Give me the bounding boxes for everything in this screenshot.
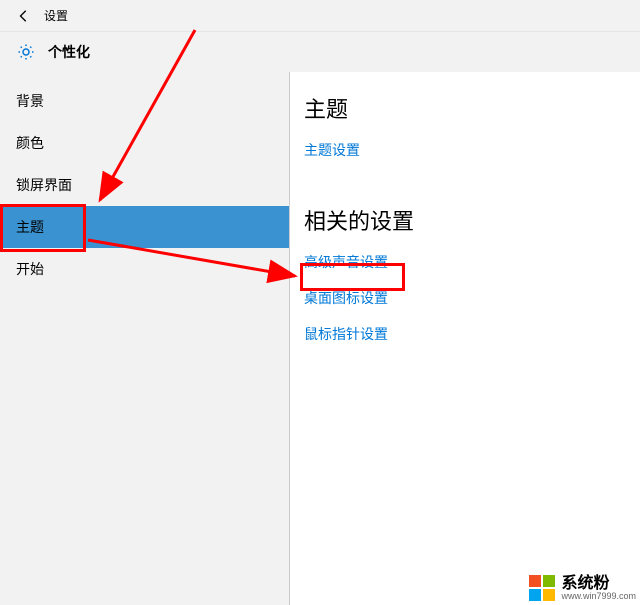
sidebar-item-lockscreen[interactable]: 锁屏界面 xyxy=(0,164,289,206)
watermark-url: www.win7999.com xyxy=(561,592,636,601)
sidebar-item-label: 锁屏界面 xyxy=(16,175,72,195)
header-row: 个性化 xyxy=(0,32,640,72)
sidebar-item-background[interactable]: 背景 xyxy=(0,80,289,122)
main-panel: 主题 主题设置 相关的设置 高级声音设置 桌面图标设置 鼠标指针设置 xyxy=(290,72,640,605)
link-desktop-icons[interactable]: 桌面图标设置 xyxy=(304,288,388,308)
sidebar-item-label: 颜色 xyxy=(16,133,44,153)
watermark: 系统粉 www.win7999.com xyxy=(529,575,636,601)
link-advanced-sound[interactable]: 高级声音设置 xyxy=(304,252,388,272)
section-heading-related: 相关的设置 xyxy=(304,204,626,236)
sidebar-item-label: 开始 xyxy=(16,259,44,279)
watermark-text: 系统粉 www.win7999.com xyxy=(561,576,636,601)
sidebar-item-start[interactable]: 开始 xyxy=(0,248,289,290)
section-heading-theme: 主题 xyxy=(304,92,626,124)
gear-icon xyxy=(16,42,36,62)
window-title: 设置 xyxy=(44,7,68,24)
arrow-left-icon xyxy=(17,9,31,23)
sidebar: 背景 颜色 锁屏界面 主题 开始 xyxy=(0,72,290,605)
sidebar-item-theme[interactable]: 主题 xyxy=(0,206,289,248)
sidebar-item-color[interactable]: 颜色 xyxy=(0,122,289,164)
sidebar-item-label: 主题 xyxy=(16,217,44,237)
watermark-logo-icon xyxy=(529,575,555,601)
watermark-brand: 系统粉 xyxy=(561,576,636,592)
content-area: 背景 颜色 锁屏界面 主题 开始 主题 主题设置 相关的设置 高级声音设置 桌面… xyxy=(0,72,640,605)
page-title: 个性化 xyxy=(48,42,90,62)
link-theme-settings[interactable]: 主题设置 xyxy=(304,140,360,160)
sidebar-item-label: 背景 xyxy=(16,91,44,111)
back-button[interactable] xyxy=(8,0,40,32)
link-mouse-pointer[interactable]: 鼠标指针设置 xyxy=(304,324,388,344)
titlebar: 设置 xyxy=(0,0,640,32)
